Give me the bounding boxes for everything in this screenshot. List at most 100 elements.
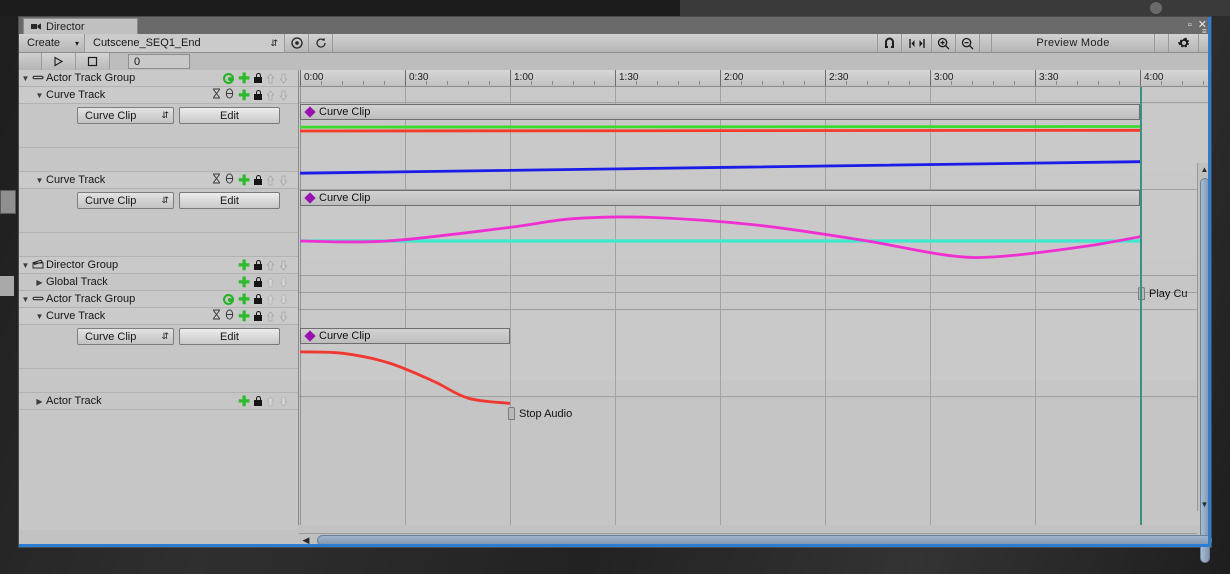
lane-empty	[299, 398, 1211, 525]
clip-curve-clip-2[interactable]: Curve Clip	[300, 190, 1140, 206]
plus-icon[interactable]: ✚	[238, 258, 250, 272]
frame-input[interactable]: 0	[128, 54, 190, 69]
record-icon[interactable]	[223, 293, 235, 305]
clip-selector[interactable]: Curve Clip ⇵	[77, 328, 174, 345]
move-down-icon[interactable]	[279, 175, 288, 186]
playhead[interactable]	[1140, 87, 1142, 525]
plus-icon[interactable]: ✚	[238, 173, 250, 187]
chevron-down-icon: ▾	[74, 38, 79, 48]
disclosure-triangle-icon[interactable]: ▼	[19, 74, 32, 83]
disclosure-triangle-icon[interactable]: ▼	[33, 91, 46, 100]
move-up-icon[interactable]	[266, 310, 275, 322]
stop-button[interactable]	[76, 53, 110, 70]
tab-director[interactable]: Director	[23, 18, 138, 34]
window-menu-icon[interactable]: ≡	[1202, 26, 1207, 36]
lane-group-2	[299, 293, 1211, 310]
move-down-icon[interactable]	[279, 90, 288, 101]
window-titlebar: Director ▫ ✕ ≡	[19, 17, 1211, 36]
zoom-out-icon[interactable]	[956, 34, 980, 52]
sidebar-item-director-group[interactable]: ▼ Director Group ✚	[19, 257, 298, 274]
plus-icon[interactable]: ✚	[238, 309, 250, 323]
clip-label: Curve Clip	[319, 106, 371, 118]
ruler-minor-tick	[888, 81, 889, 85]
plus-icon[interactable]: ✚	[238, 71, 250, 85]
gear-icon[interactable]	[1169, 34, 1199, 52]
timeline-ruler[interactable]: 0:00 0:30 1:00 1:30 2:00 2:30 3:00 3:30 4:00	[299, 70, 1211, 87]
move-up-icon[interactable]	[266, 259, 275, 271]
zoom-in-icon[interactable]	[932, 34, 956, 52]
lock-icon[interactable]	[254, 311, 262, 321]
clip-curve-clip-3[interactable]: Curve Clip	[300, 328, 510, 344]
move-up-icon[interactable]	[266, 395, 275, 407]
disclosure-triangle-icon[interactable]: ▼	[19, 261, 32, 270]
timeline-lanes[interactable]: Curve Clip Curve Clip Curve Clip Play Cu	[299, 87, 1211, 525]
lock-icon[interactable]	[254, 277, 262, 287]
preview-mode-button[interactable]: Preview Mode	[992, 34, 1155, 52]
actor-icon	[32, 293, 46, 305]
lock-icon[interactable]	[254, 90, 262, 100]
move-up-icon[interactable]	[266, 89, 275, 101]
sidebar-item-actor-track-group-2[interactable]: ▼ Actor Track Group ✚	[19, 291, 298, 308]
magnet-icon[interactable]	[878, 34, 902, 52]
record-icon[interactable]	[223, 72, 235, 84]
sidebar-item-curve-track-1[interactable]: ▼ Curve Track ✚	[19, 87, 298, 104]
create-label: Create	[27, 37, 61, 49]
move-down-icon[interactable]	[279, 396, 288, 407]
disclosure-triangle-icon[interactable]: ▼	[33, 176, 46, 185]
move-up-icon[interactable]	[266, 276, 275, 288]
event-stop-audio[interactable]: Stop Audio	[508, 407, 572, 420]
ruler-minor-tick	[552, 81, 553, 85]
edit-button[interactable]: Edit	[179, 328, 280, 345]
edit-button[interactable]: Edit	[179, 107, 280, 124]
disclosure-triangle-icon[interactable]: ▶	[33, 278, 46, 287]
move-up-icon[interactable]	[266, 72, 275, 84]
move-down-icon[interactable]	[279, 311, 288, 322]
curve-icon[interactable]	[225, 309, 234, 323]
play-button[interactable]	[42, 53, 76, 70]
disclosure-triangle-icon[interactable]: ▶	[33, 397, 46, 406]
keyframe-icon[interactable]	[212, 173, 221, 187]
sidebar-item-global-track[interactable]: ▶ Global Track ✚	[19, 274, 298, 291]
curve-icon[interactable]	[225, 88, 234, 102]
disclosure-triangle-icon[interactable]: ▼	[19, 295, 32, 304]
move-down-icon[interactable]	[279, 294, 288, 305]
track-row-icons: ✚	[212, 309, 288, 323]
frame-all-icon[interactable]	[902, 34, 932, 52]
plus-icon[interactable]: ✚	[238, 275, 250, 289]
lock-icon[interactable]	[254, 73, 262, 83]
clip-selector[interactable]: Curve Clip ⇵	[77, 192, 174, 209]
event-play-cutscene[interactable]: Play Cu	[1138, 287, 1188, 300]
sidebar-item-actor-track[interactable]: ▶ Actor Track ✚	[19, 393, 298, 410]
timeline-gridline	[615, 87, 616, 525]
keyframe-icon[interactable]	[212, 309, 221, 323]
sequence-selector[interactable]: Cutscene_SEQ1_End ⇵	[85, 34, 285, 52]
curve-icon[interactable]	[225, 173, 234, 187]
ruler-minor-tick	[1077, 81, 1078, 85]
minimize-icon[interactable]: ▫	[1188, 20, 1192, 31]
move-up-icon[interactable]	[266, 174, 275, 186]
lock-icon[interactable]	[254, 396, 262, 406]
sidebar-item-actor-track-group-1[interactable]: ▼ Actor Track Group ✚	[19, 70, 298, 87]
move-down-icon[interactable]	[279, 277, 288, 288]
lock-icon[interactable]	[254, 260, 262, 270]
target-icon[interactable]	[285, 34, 309, 52]
keyframe-icon[interactable]	[212, 88, 221, 102]
sidebar-item-curve-track-3[interactable]: ▼ Curve Track ✚	[19, 308, 298, 325]
sidebar-item-curve-track-2[interactable]: ▼ Curve Track ✚	[19, 172, 298, 189]
clip-selector[interactable]: Curve Clip ⇵	[77, 107, 174, 124]
lock-icon[interactable]	[254, 294, 262, 304]
lock-icon[interactable]	[254, 175, 262, 185]
clip-curve-clip-1[interactable]: Curve Clip	[300, 104, 1140, 120]
plus-icon[interactable]: ✚	[238, 394, 250, 408]
edit-button[interactable]: Edit	[179, 192, 280, 209]
timeline-panel[interactable]: 0:00 0:30 1:00 1:30 2:00 2:30 3:00 3:30 4:00	[299, 70, 1211, 525]
refresh-icon[interactable]	[309, 34, 333, 52]
plus-icon[interactable]: ✚	[238, 292, 250, 306]
move-up-icon[interactable]	[266, 293, 275, 305]
disclosure-triangle-icon[interactable]: ▼	[33, 312, 46, 321]
curve-track-2-body	[19, 233, 298, 257]
create-button[interactable]: Create ▾	[19, 34, 85, 52]
move-down-icon[interactable]	[279, 260, 288, 271]
plus-icon[interactable]: ✚	[238, 88, 250, 102]
move-down-icon[interactable]	[279, 73, 288, 84]
